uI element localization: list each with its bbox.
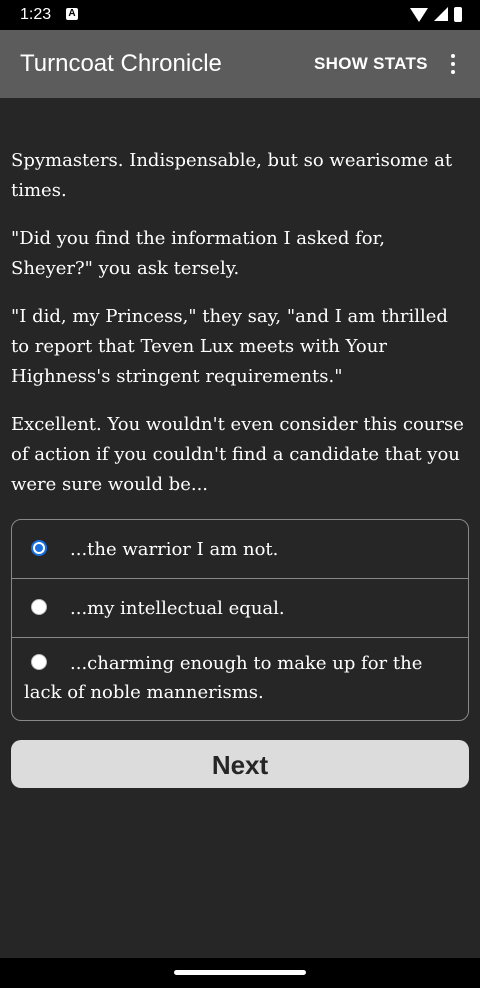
story-text: Spymasters. Indispensable, but so wearis…: [11, 146, 469, 518]
wifi-icon: [410, 8, 428, 22]
status-icons: [410, 6, 462, 22]
status-time: 1:23: [20, 6, 52, 23]
choice-label: ...my intellectual equal.: [70, 598, 285, 619]
story-paragraph: Spymasters. Indispensable, but so wearis…: [11, 150, 453, 201]
notification-a-icon: A: [66, 8, 78, 20]
choice-option-charming[interactable]: ...charming enough to make up for the la…: [12, 638, 468, 720]
story-paragraph: "I did, my Princess," they say, "and I a…: [11, 306, 448, 387]
battery-icon: [454, 6, 462, 22]
choice-option-warrior[interactable]: ...the warrior I am not.: [12, 520, 468, 579]
choice-label: ...the warrior I am not.: [70, 539, 279, 560]
story-paragraph: Excellent. You wouldn't even consider th…: [11, 414, 464, 495]
choice-list: ...the warrior I am not. ...my intellect…: [11, 519, 469, 721]
status-bar: 1:23 A: [0, 0, 480, 30]
app-bar: Turncoat Chronicle SHOW STATS: [0, 30, 480, 98]
choice-option-intellectual[interactable]: ...my intellectual equal.: [12, 579, 468, 638]
choice-label: ...charming enough to make up for the la…: [24, 653, 423, 703]
show-stats-button[interactable]: SHOW STATS: [314, 54, 428, 74]
cell-signal-icon: [434, 7, 448, 21]
more-vert-icon[interactable]: [446, 52, 460, 76]
story-paragraph: "Did you find the information I asked fo…: [11, 228, 385, 279]
next-button[interactable]: Next: [11, 740, 469, 788]
navigation-bar: [0, 958, 480, 988]
home-handle[interactable]: [174, 970, 306, 975]
app-title: Turncoat Chronicle: [20, 50, 222, 77]
